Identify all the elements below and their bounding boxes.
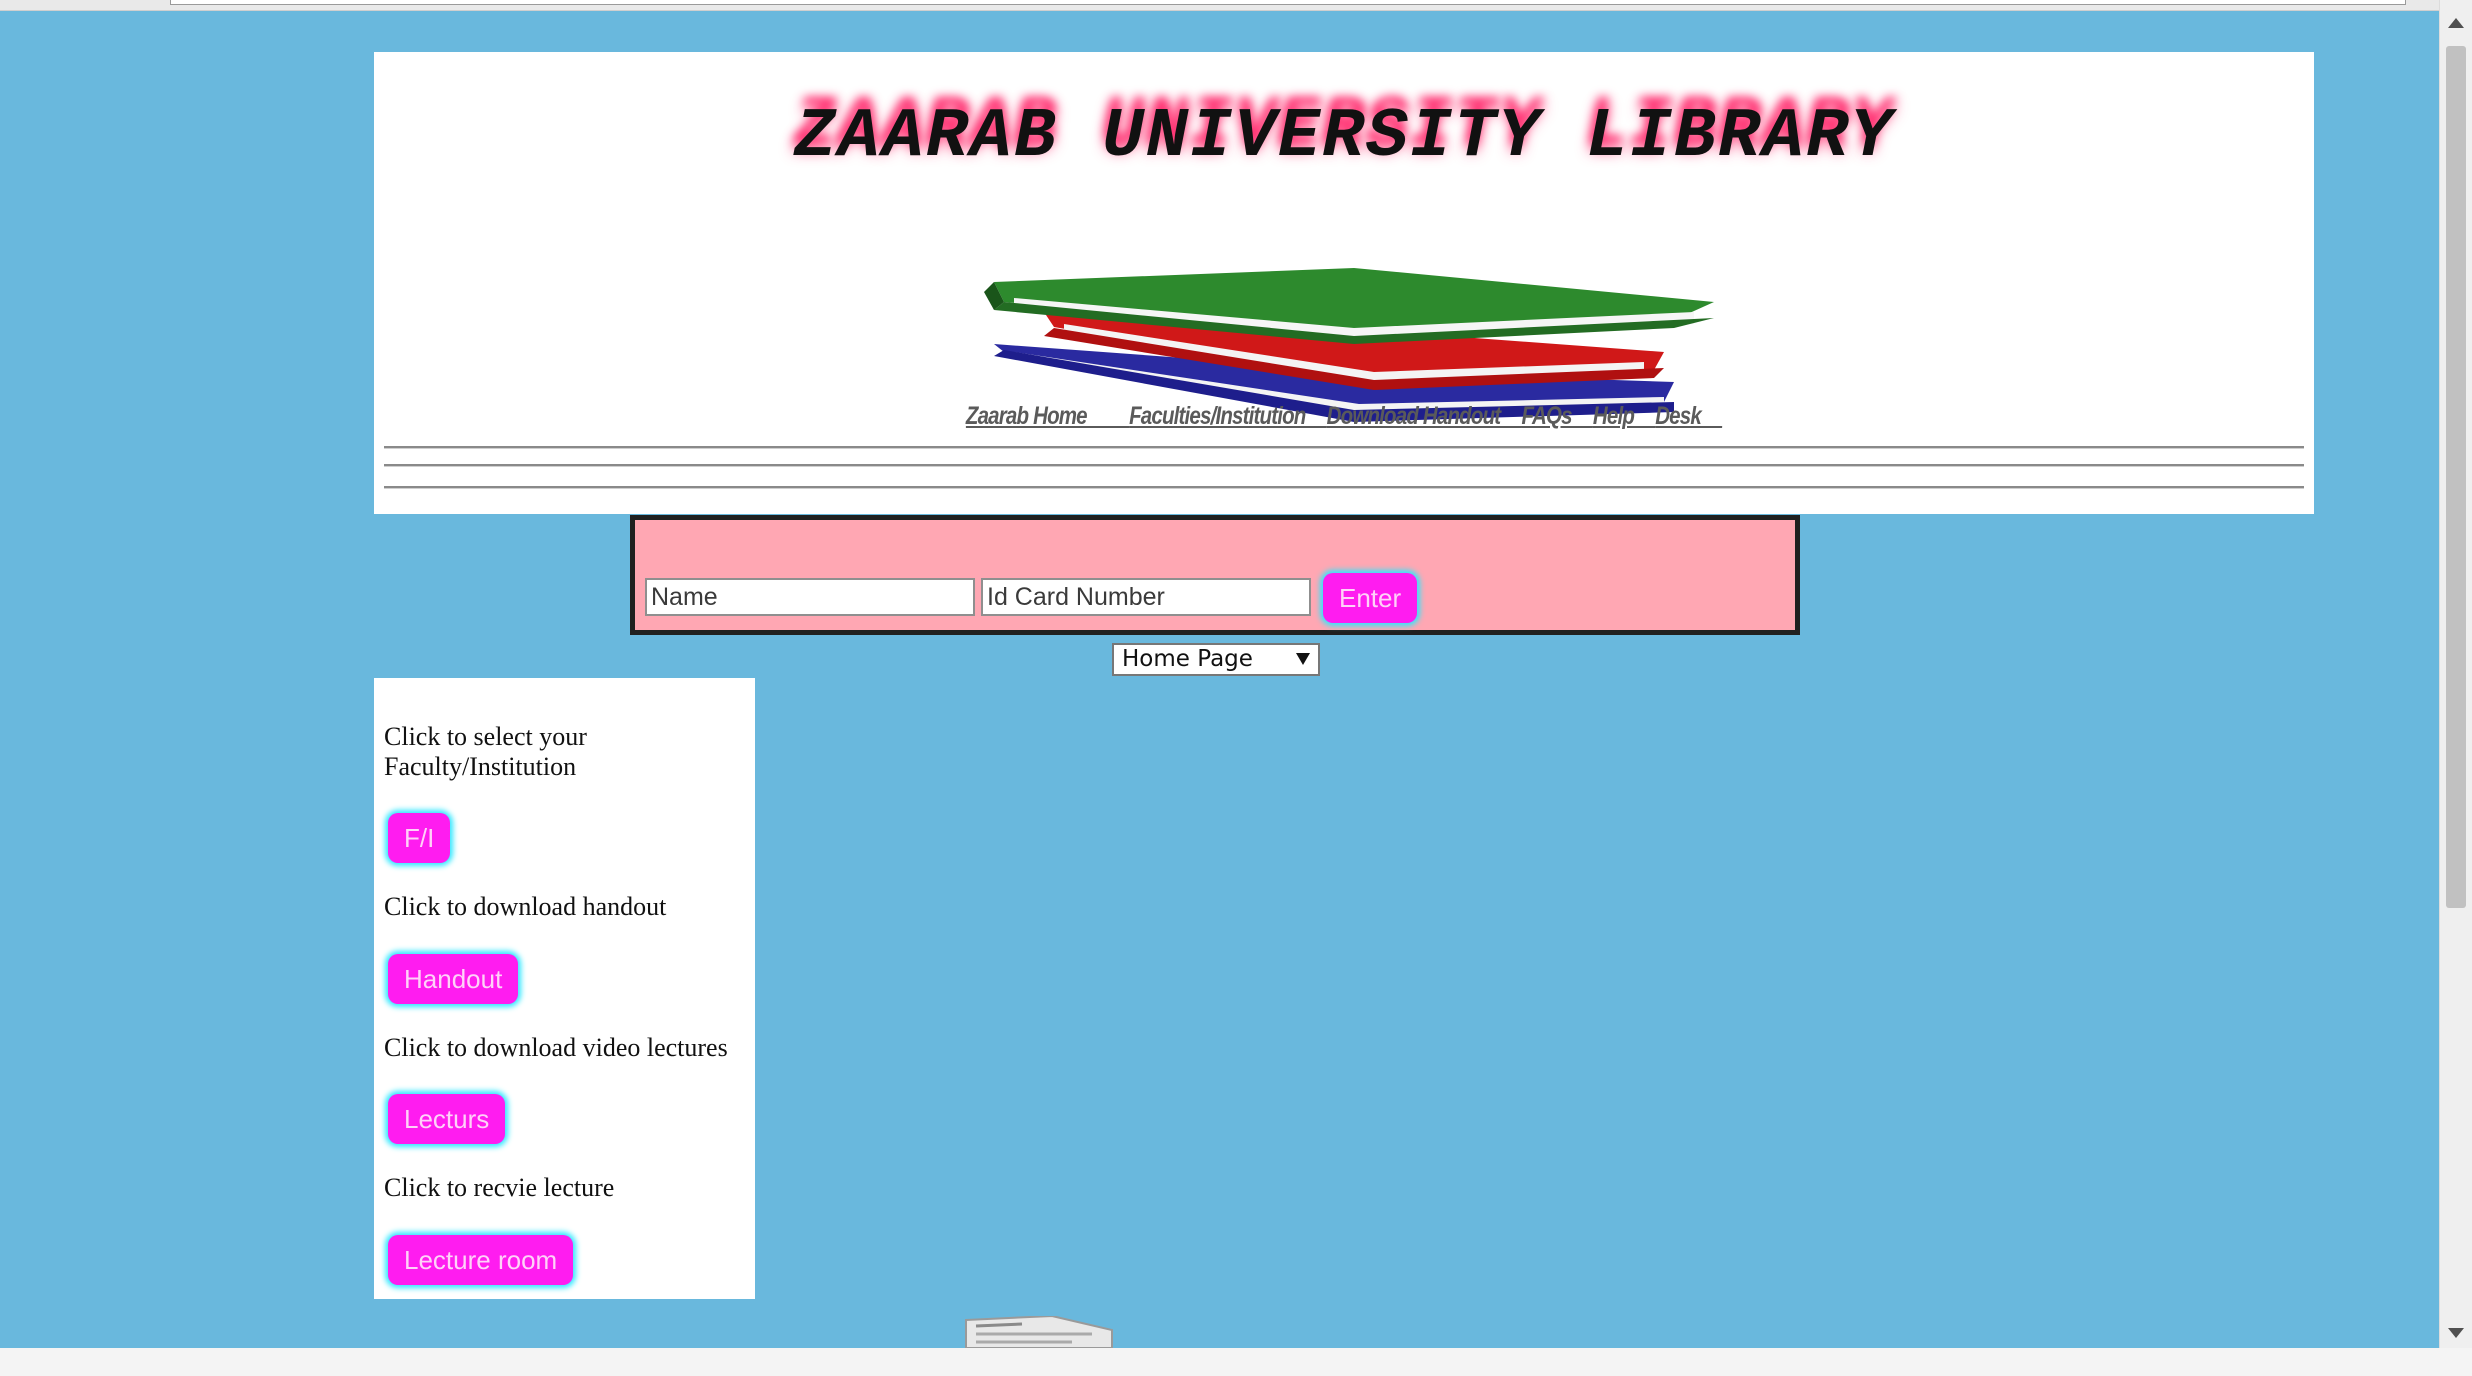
name-input[interactable] bbox=[645, 578, 975, 616]
nav-link-download-handout[interactable]: Download Handout__ bbox=[1327, 402, 1523, 430]
lectures-instruction: Click to download video lectures bbox=[384, 1033, 728, 1062]
nav-link-help[interactable]: Help__ bbox=[1593, 402, 1656, 430]
divider bbox=[384, 464, 2304, 467]
login-form: Enter bbox=[630, 515, 1800, 635]
nav-link-desk[interactable]: Desk__ bbox=[1655, 402, 1723, 430]
nav-link-faculties[interactable]: Faculties/Institution__ bbox=[1129, 402, 1327, 430]
lectures-button[interactable]: Lecturs bbox=[388, 1094, 506, 1144]
browser-bottom-bar bbox=[0, 1348, 2472, 1376]
browser-top-strip bbox=[0, 0, 2440, 11]
handout-button[interactable]: Handout bbox=[388, 954, 519, 1004]
scroll-thumb[interactable] bbox=[2446, 46, 2466, 908]
vertical-scrollbar[interactable] bbox=[2439, 0, 2472, 1348]
site-title: ZAARAB UNIVERSITY LIBRARY bbox=[793, 98, 1895, 177]
faculty-button[interactable]: F/I bbox=[388, 813, 451, 863]
enter-button[interactable]: Enter bbox=[1323, 573, 1418, 623]
lecture-room-instruction: Click to recvie lecture bbox=[384, 1173, 615, 1202]
page-select[interactable]: Home Page bbox=[1112, 643, 1320, 676]
nav-link-zaarab-home[interactable]: Zaarab Home____ bbox=[966, 402, 1130, 430]
scroll-up-arrow-icon[interactable] bbox=[2448, 18, 2464, 28]
divider bbox=[384, 486, 2304, 489]
scroll-down-arrow-icon[interactable] bbox=[2448, 1328, 2464, 1338]
site-header: ZAARAB UNIVERSITY LIBRARY Zaarab Home___… bbox=[374, 52, 2314, 514]
chevron-down-icon bbox=[1296, 653, 1310, 665]
faculty-instruction: Click to select your Faculty/Institution bbox=[384, 722, 587, 781]
divider bbox=[384, 446, 2304, 449]
sidebar-panel: Click to select your Faculty/Institution… bbox=[374, 678, 755, 1299]
address-bar[interactable] bbox=[170, 0, 2406, 5]
handout-instruction: Click to download handout bbox=[384, 892, 667, 921]
top-nav: Zaarab Home____Faculties/Institution__Do… bbox=[549, 402, 2140, 431]
nav-link-faqs[interactable]: FAQs__ bbox=[1521, 402, 1593, 430]
id-card-input[interactable] bbox=[981, 578, 1311, 616]
page-select-value: Home Page bbox=[1122, 646, 1253, 672]
document-image bbox=[965, 1316, 1113, 1348]
lecture-room-button[interactable]: Lecture room bbox=[388, 1235, 574, 1285]
